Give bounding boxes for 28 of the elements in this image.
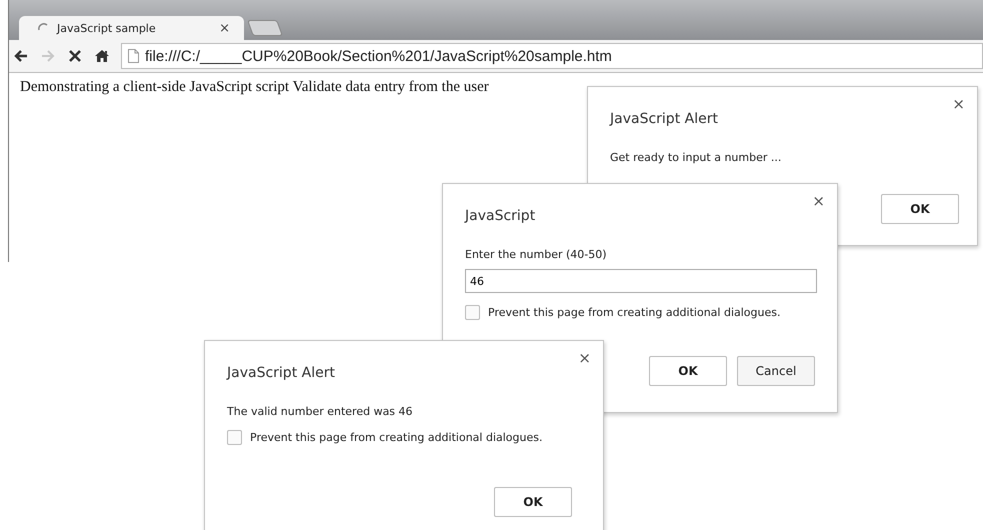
dialog-title: JavaScript Alert bbox=[610, 111, 719, 127]
browser-tab[interactable]: JavaScript sample × bbox=[19, 16, 244, 40]
close-button[interactable]: × bbox=[812, 192, 825, 210]
dialog-title: JavaScript Alert bbox=[227, 365, 336, 381]
home-icon[interactable] bbox=[94, 48, 110, 64]
new-tab-button[interactable] bbox=[247, 20, 283, 36]
page-text: Demonstrating a client-side JavaScript script Validate data entry from the user bbox=[20, 79, 490, 96]
checkbox-label: Prevent this page from creating additional dialogues. bbox=[250, 431, 542, 444]
dialog-message: Get ready to input a number ... bbox=[610, 151, 782, 164]
ok-button[interactable]: OK bbox=[649, 356, 727, 386]
close-button[interactable]: × bbox=[952, 95, 965, 113]
back-icon[interactable] bbox=[13, 48, 29, 64]
dialog-message: Enter the number (40-50) bbox=[465, 248, 608, 261]
cancel-button[interactable]: Cancel bbox=[737, 356, 815, 386]
checkbox[interactable] bbox=[465, 305, 480, 320]
tab-title: JavaScript sample bbox=[57, 22, 157, 34]
ok-button[interactable]: OK bbox=[494, 487, 572, 517]
ok-button[interactable]: OK bbox=[881, 194, 959, 224]
address-bar[interactable]: file:///C:/_____CUP%20Book/Section%201/JavaScript%20sample.htm bbox=[121, 43, 983, 69]
tab-close-button[interactable]: × bbox=[219, 20, 230, 36]
input-field[interactable]: 46 bbox=[465, 269, 817, 293]
dialog-title: JavaScript bbox=[465, 208, 536, 224]
checkbox[interactable] bbox=[227, 430, 242, 445]
dialog-message: The valid number entered was 46 bbox=[227, 405, 414, 418]
page-icon bbox=[128, 49, 139, 63]
close-button[interactable]: × bbox=[578, 349, 591, 367]
checkbox-label: Prevent this page from creating additional dialogues. bbox=[488, 306, 780, 319]
stop-icon[interactable] bbox=[67, 48, 83, 64]
